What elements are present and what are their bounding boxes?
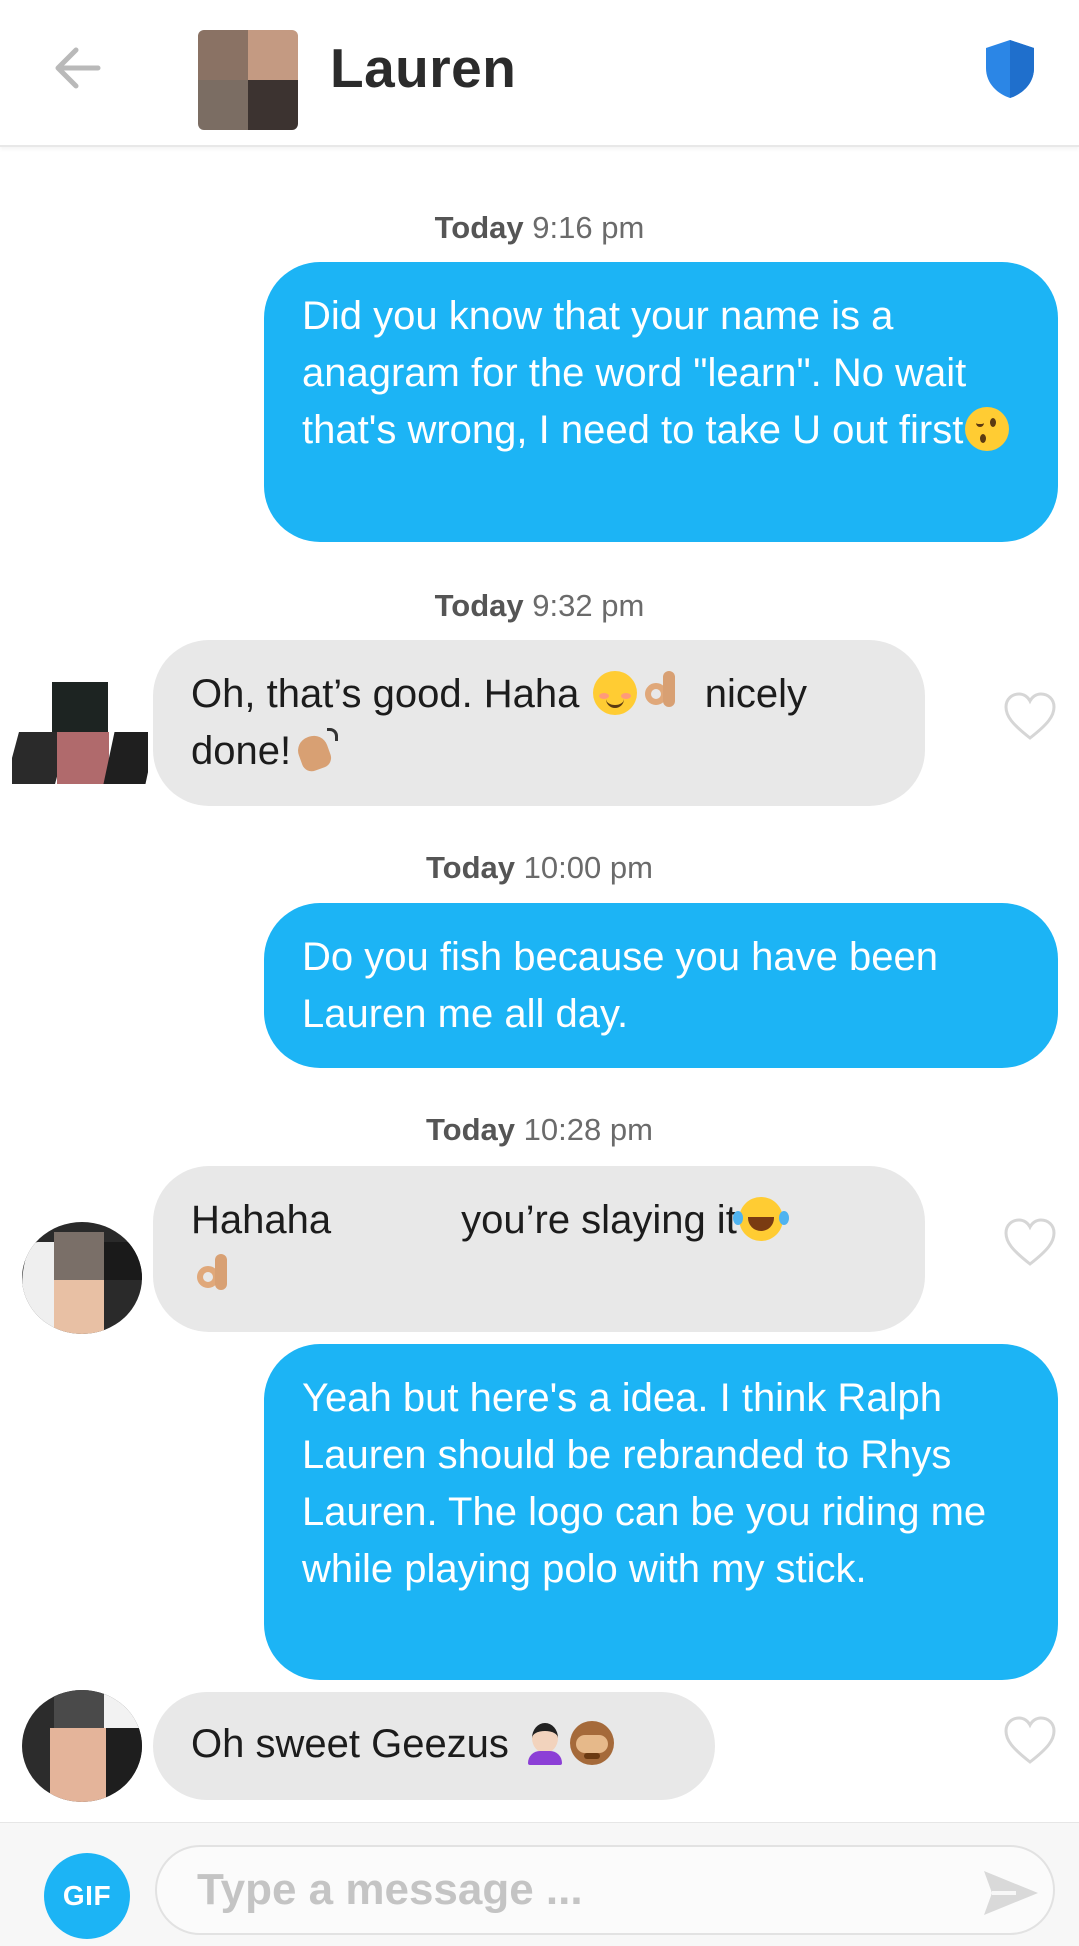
- message-input[interactable]: [155, 1845, 1055, 1935]
- sender-avatar[interactable]: [22, 1690, 142, 1802]
- message-composer: GIF: [0, 1822, 1079, 1946]
- sender-avatar[interactable]: [22, 1222, 142, 1334]
- sent-message-bubble[interactable]: Do you fish because you have been Lauren…: [264, 903, 1058, 1068]
- timestamp: Today 10:00 pm: [0, 850, 1079, 886]
- timestamp-time: 9:32 pm: [532, 588, 645, 623]
- timestamp-time: 10:00 pm: [523, 850, 653, 885]
- heart-outline-icon[interactable]: [1002, 690, 1058, 742]
- timestamp: Today 9:32 pm: [0, 588, 1079, 624]
- timestamp-day: Today: [434, 588, 524, 623]
- contact-avatar[interactable]: [198, 30, 298, 130]
- message-text: done!: [191, 729, 292, 773]
- timestamp-day: Today: [434, 210, 524, 245]
- timestamp-day: Today: [426, 1112, 516, 1147]
- received-message-bubble[interactable]: Hahaha you’re slaying it: [153, 1166, 925, 1332]
- sent-message-bubble[interactable]: Did you know that your name is a anagram…: [264, 262, 1058, 542]
- clapping-hands-icon: [293, 728, 339, 772]
- timestamp-time: 9:16 pm: [532, 210, 645, 245]
- woman-facepalming-icon: [522, 1721, 566, 1765]
- message-text: Oh sweet Geezus: [191, 1722, 509, 1766]
- contact-name[interactable]: Lauren: [330, 36, 516, 100]
- ok-hand-icon: [193, 1254, 233, 1298]
- smiling-face-icon: [592, 671, 637, 715]
- message-text: Did you know that your name is a anagram…: [302, 294, 967, 452]
- message-text: Hahaha: [191, 1198, 332, 1242]
- send-icon[interactable]: [980, 1867, 1042, 1919]
- back-arrow-icon[interactable]: [48, 38, 108, 98]
- chat-header: Lauren: [0, 0, 1079, 147]
- timestamp-day: Today: [426, 850, 516, 885]
- sender-avatar[interactable]: [12, 682, 148, 784]
- message-text: Do you fish because you have been Lauren…: [302, 935, 938, 1036]
- timestamp-time: 10:28 pm: [523, 1112, 653, 1147]
- timestamp: Today 10:28 pm: [0, 1112, 1079, 1148]
- received-message-bubble[interactable]: Oh sweet Geezus: [153, 1692, 715, 1800]
- see-no-evil-monkey-icon: [570, 1721, 615, 1765]
- tears-of-joy-icon: [732, 1197, 783, 1241]
- heart-outline-icon[interactable]: [1002, 1714, 1058, 1766]
- message-text: Oh, that’s good. Haha: [191, 672, 580, 716]
- sent-message-bubble[interactable]: Yeah but here's a idea. I think Ralph La…: [264, 1344, 1058, 1680]
- message-text: you’re slaying it: [461, 1198, 737, 1242]
- shield-icon[interactable]: [982, 38, 1038, 100]
- message-text: nicely: [704, 672, 808, 716]
- ok-hand-icon: [641, 671, 681, 715]
- received-message-bubble[interactable]: Oh, that’s good. Haha nicely done!: [153, 640, 925, 806]
- gif-button[interactable]: GIF: [44, 1853, 130, 1939]
- timestamp: Today 9:16 pm: [0, 210, 1079, 246]
- heart-outline-icon[interactable]: [1002, 1216, 1058, 1268]
- message-text: Yeah but here's a idea. I think Ralph La…: [302, 1376, 987, 1591]
- winking-face-icon: [965, 407, 1010, 451]
